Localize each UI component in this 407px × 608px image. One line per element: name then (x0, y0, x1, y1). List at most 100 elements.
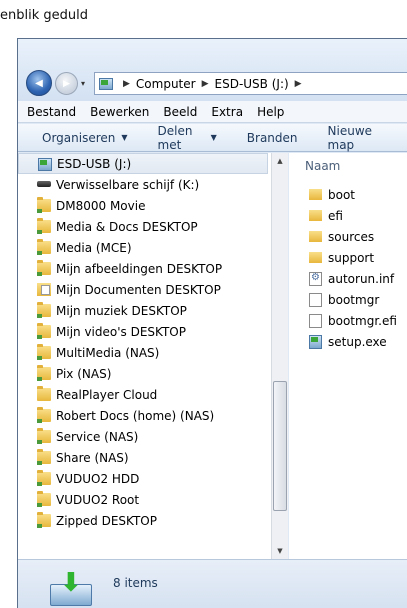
settings-file-icon (309, 271, 322, 286)
network-folder-icon (37, 365, 51, 381)
file-item-autorun[interactable]: autorun.inf (309, 268, 394, 289)
nav-item-share[interactable]: Share (NAS) (18, 447, 268, 468)
nav-item-vuduo2-hdd[interactable]: VUDUO2 HDD (18, 468, 268, 489)
nav-item-label: Mijn afbeeldingen DESKTOP (56, 261, 223, 276)
nav-item-service[interactable]: Service (NAS) (18, 426, 268, 447)
file-name: boot (328, 187, 356, 202)
nav-item-label: Share (NAS) (56, 450, 129, 465)
breadcrumb-drive[interactable]: ESD-USB (J:) (215, 77, 289, 91)
network-folder-icon (37, 302, 51, 318)
new-folder-button[interactable]: Nieuwe map (328, 124, 387, 152)
folder-icon (309, 210, 322, 221)
file-name: autorun.inf (328, 271, 395, 286)
burn-label: Branden (246, 130, 298, 145)
nav-item-media-mce[interactable]: Media (MCE) (18, 237, 268, 258)
file-item-support[interactable]: support (309, 247, 374, 268)
folder-icon (37, 386, 51, 401)
forward-button[interactable]: ▶ (55, 72, 78, 95)
file-list-pane: Naam boot efi sources support autorun.in… (289, 153, 407, 559)
file-icon (309, 313, 322, 328)
nav-pane-scrollbar[interactable]: ▲ ▼ (271, 153, 288, 559)
file-name: efi (328, 208, 343, 223)
nav-item-label: Mijn Documenten DESKTOP (56, 282, 221, 297)
arrow-left-icon: ◀ (35, 77, 43, 89)
recent-pages-dropdown[interactable]: ▾ (81, 79, 90, 88)
breadcrumb-separator[interactable]: ▶ (123, 79, 130, 89)
item-count: 8 items (113, 576, 158, 590)
nav-item-label: VUDUO2 HDD (56, 471, 140, 486)
scrollbar-thumb[interactable] (273, 381, 287, 511)
nav-item-realplayer-cloud[interactable]: RealPlayer Cloud (18, 384, 268, 405)
file-name: sources (328, 229, 375, 244)
breadcrumb-computer[interactable]: Computer (136, 77, 196, 91)
folder-icon (309, 189, 322, 200)
menu-edit[interactable]: Bewerken (90, 105, 149, 119)
network-folder-icon (37, 470, 51, 486)
nav-item-pix[interactable]: Pix (NAS) (18, 363, 268, 384)
nav-item-label: Pix (NAS) (56, 366, 112, 381)
file-item-bootmgr[interactable]: bootmgr (309, 289, 379, 310)
folder-icon (309, 252, 322, 263)
chevron-down-icon: ▼ (210, 133, 217, 142)
setup-exe-icon (309, 334, 322, 349)
file-icon (309, 292, 322, 307)
nav-item-label: VUDUO2 Root (56, 492, 140, 507)
nav-item-label: Robert Docs (home) (NAS) (56, 408, 215, 423)
network-folder-icon (37, 407, 51, 423)
nav-item-multimedia[interactable]: MultiMedia (NAS) (18, 342, 268, 363)
share-with-button[interactable]: Delen met ▼ (158, 124, 217, 152)
network-folder-icon (37, 512, 51, 528)
folder-icon (309, 231, 322, 242)
menu-bar: Bestand Bewerken Beeld Extra Help (18, 101, 407, 123)
file-item-efi[interactable]: efi (309, 205, 343, 226)
network-folder-icon (37, 218, 51, 234)
nav-item-dm8000-movie[interactable]: DM8000 Movie (18, 195, 268, 216)
nav-item-robert-docs[interactable]: Robert Docs (home) (NAS) (18, 405, 268, 426)
network-folder-icon (37, 428, 51, 444)
file-name: support (328, 250, 375, 265)
file-name: setup.exe (328, 334, 387, 349)
nav-item-esd-usb[interactable]: ESD-USB (J:) (18, 153, 268, 174)
file-item-sources[interactable]: sources (309, 226, 374, 247)
file-item-boot[interactable]: boot (309, 184, 355, 205)
file-item-setup[interactable]: setup.exe (309, 331, 387, 352)
menu-help[interactable]: Help (257, 105, 284, 119)
organize-button[interactable]: Organiseren ▼ (42, 131, 128, 145)
explorer-window: ◀ ▶ ▾ ▶ Computer ▶ ESD-USB (J:) ▶ Bestan… (17, 38, 407, 608)
column-header-name[interactable]: Naam (289, 153, 407, 179)
burn-button[interactable]: Branden (247, 131, 298, 145)
nav-item-vuduo2-root[interactable]: VUDUO2 Root (18, 489, 268, 510)
file-item-bootmgr-efi[interactable]: bootmgr.efi (309, 310, 397, 331)
scroll-down-icon[interactable]: ▼ (272, 543, 288, 559)
nav-item-label: Mijn video's DESKTOP (56, 324, 186, 339)
breadcrumb-separator[interactable]: ▶ (202, 79, 209, 89)
breadcrumb-separator[interactable]: ▶ (295, 79, 302, 89)
documents-folder-icon (37, 283, 51, 296)
file-name: bootmgr (328, 292, 380, 307)
usb-drive-icon: ⬇ (50, 570, 92, 608)
network-folder-icon (37, 239, 51, 255)
details-pane: ⬇ 8 items (18, 559, 407, 608)
share-label: Delen met (157, 123, 193, 152)
nav-item-label: Zipped DESKTOP (56, 513, 157, 528)
nav-item-zipped-desktop[interactable]: Zipped DESKTOP (18, 510, 268, 531)
menu-file[interactable]: Bestand (27, 105, 76, 119)
removable-drive-icon (37, 181, 51, 187)
menu-view[interactable]: Beeld (163, 105, 197, 119)
address-bar[interactable]: ▶ Computer ▶ ESD-USB (J:) ▶ (94, 72, 407, 95)
nav-item-my-videos[interactable]: Mijn video's DESKTOP (18, 321, 268, 342)
menu-tools[interactable]: Extra (211, 105, 243, 119)
network-folder-icon (37, 491, 51, 507)
scroll-up-icon[interactable]: ▲ (272, 153, 288, 169)
nav-item-my-documents[interactable]: Mijn Documenten DESKTOP (18, 279, 268, 300)
nav-item-label: RealPlayer Cloud (56, 387, 158, 402)
nav-item-removable-disk[interactable]: Verwisselbare schijf (K:) (18, 174, 268, 195)
usb-drive-icon (99, 77, 113, 90)
nav-item-label: Media (MCE) (56, 240, 132, 255)
nav-item-media-docs[interactable]: Media & Docs DESKTOP (18, 216, 268, 237)
usb-drive-icon (38, 158, 52, 171)
nav-item-my-pictures[interactable]: Mijn afbeeldingen DESKTOP (18, 258, 268, 279)
nav-item-my-music[interactable]: Mijn muziek DESKTOP (18, 300, 268, 321)
nav-item-label: DM8000 Movie (56, 198, 146, 213)
back-button[interactable]: ◀ (26, 70, 52, 96)
